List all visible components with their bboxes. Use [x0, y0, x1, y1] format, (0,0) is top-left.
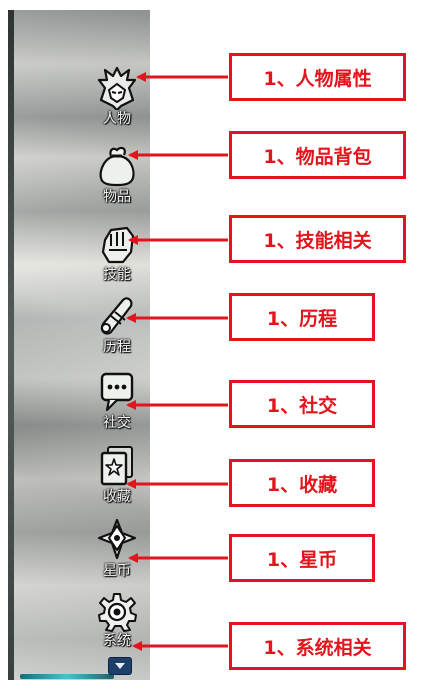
callout-collection: 1、收藏 — [229, 459, 375, 507]
callout-star-coin: 1、星币 — [229, 534, 375, 582]
callout-skills: 1、技能相关 — [229, 215, 406, 263]
callout-character-attributes: 1、人物属性 — [229, 53, 406, 101]
annotation-arrows — [126, 72, 228, 651]
callout-item-bag: 1、物品背包 — [229, 131, 406, 179]
callout-social: 1、社交 — [229, 380, 375, 428]
callout-system: 1、系统相关 — [229, 622, 406, 670]
callout-journey: 1、历程 — [229, 293, 375, 341]
